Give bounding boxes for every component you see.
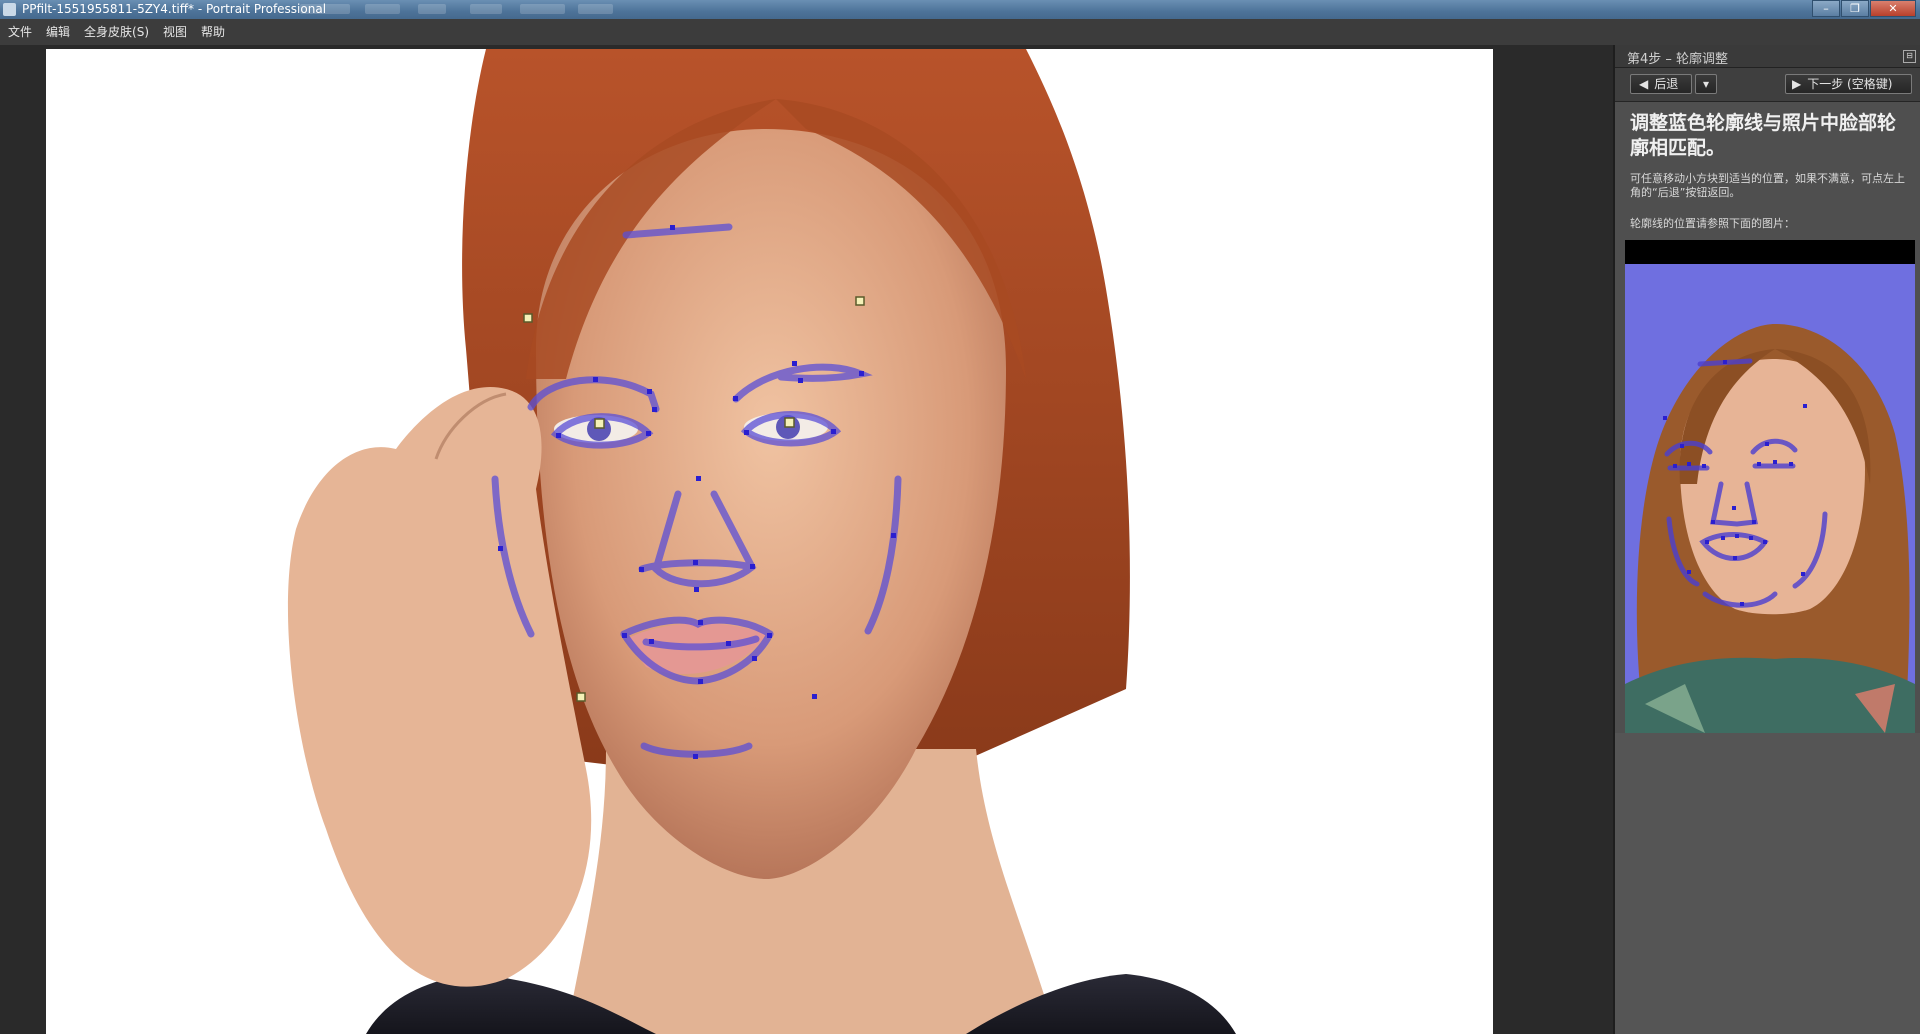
reference-image	[1625, 264, 1915, 733]
photo-canvas[interactable]	[46, 49, 1493, 1034]
canvas-area	[0, 45, 1613, 1034]
reference-text: 轮廓线的位置请参照下面的图片：	[1630, 217, 1795, 230]
reference-image-header	[1625, 240, 1915, 264]
menu-view[interactable]: 视图	[156, 19, 194, 45]
step-navigation: ◀ 后退 ▾ ▶ 下一步 (空格键)	[1615, 68, 1920, 102]
blurred-tab	[470, 4, 502, 14]
panel-header: 第4步 – 轮廓调整 ⊟	[1615, 45, 1920, 68]
back-dropdown-button[interactable]: ▾	[1695, 74, 1717, 94]
menu-whole-body-skin[interactable]: 全身皮肤(S)	[77, 19, 156, 45]
reference-face-illustration	[1625, 264, 1915, 733]
right-panel: 第4步 – 轮廓调整 ⊟ ◀ 后退 ▾ ▶ 下一步 (空格键) 调整蓝色轮廓线与照片…	[1613, 45, 1920, 1034]
window-title: PPfilt-1551955811-5ZY4.tiff* - Portrait …	[22, 2, 327, 16]
next-button-label: 下一步 (空格键)	[1807, 77, 1893, 91]
menu-help[interactable]: 帮助	[194, 19, 232, 45]
step-title: 第4步 – 轮廓调整	[1627, 52, 1729, 67]
pin-icon[interactable]: ⊟	[1903, 50, 1916, 63]
blurred-tab	[300, 4, 350, 14]
next-button[interactable]: ▶ 下一步 (空格键)	[1785, 74, 1912, 94]
instruction-title: 调整蓝色轮廓线与照片中脸部轮廓相匹配。	[1630, 112, 1897, 159]
restore-button[interactable]: ❐	[1841, 0, 1869, 17]
back-button[interactable]: ◀ 后退	[1630, 74, 1692, 94]
app-icon	[3, 3, 16, 16]
blurred-tab	[418, 4, 446, 14]
menu-file[interactable]: 文件	[0, 19, 39, 45]
minimize-button[interactable]: –	[1812, 0, 1840, 17]
triangle-left-icon: ◀	[1639, 77, 1649, 91]
blurred-tab	[520, 4, 565, 14]
back-button-label: 后退	[1654, 77, 1679, 91]
menu-bar: 文件 编辑 全身皮肤(S) 视图 帮助	[0, 19, 1920, 45]
triangle-right-icon: ▶	[1792, 77, 1802, 91]
instruction-text: 可任意移动小方块到适当的位置，如果不满意，可点左上角的“后退”按钮返回。	[1630, 172, 1905, 199]
blurred-tab	[365, 4, 400, 14]
portrait-photo	[46, 49, 1493, 1034]
close-button[interactable]: ✕	[1870, 0, 1916, 17]
menu-edit[interactable]: 编辑	[39, 19, 77, 45]
panel-empty-area	[1615, 733, 1920, 1034]
blurred-tab	[578, 4, 613, 14]
title-bar: PPfilt-1551955811-5ZY4.tiff* - Portrait …	[0, 0, 1920, 19]
window-controls: – ❐ ✕	[1812, 0, 1916, 18]
